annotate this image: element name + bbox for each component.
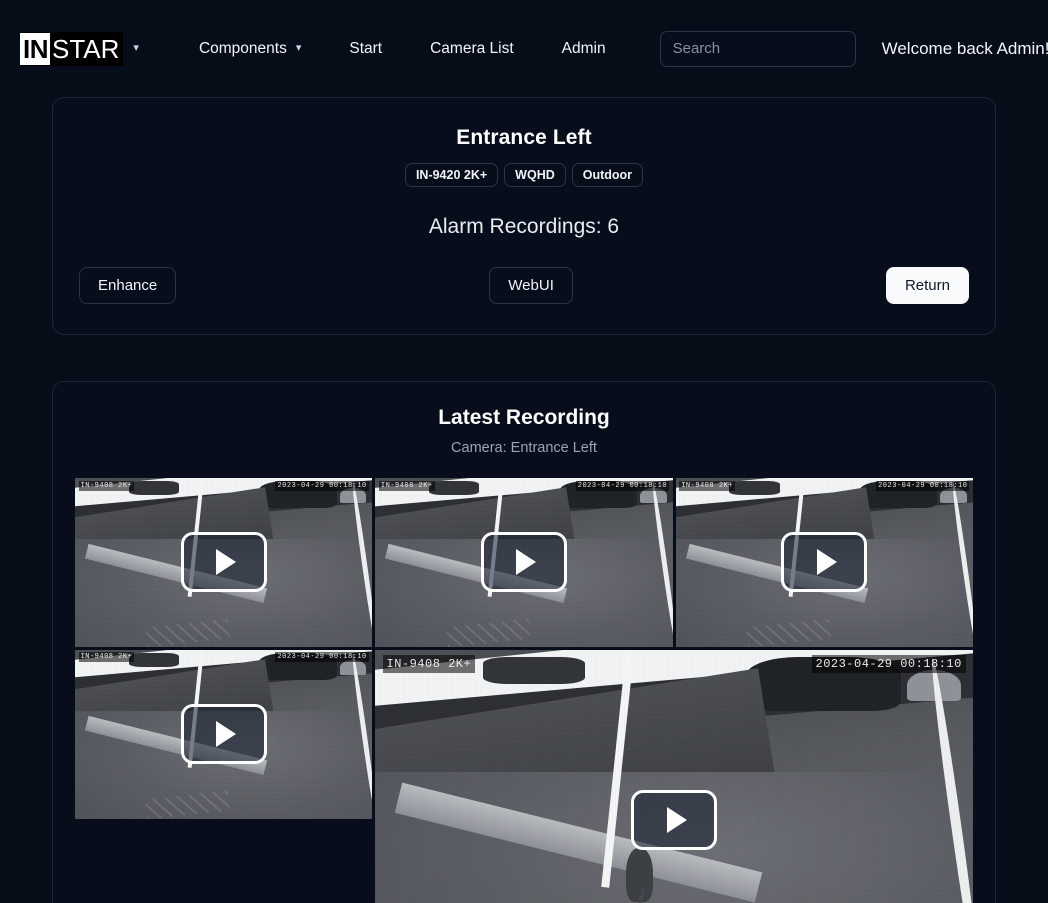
play-button[interactable] — [180, 704, 267, 765]
top-navigation-bar: IN STAR ▾ Components ▾ Start Camera List … — [0, 0, 1048, 97]
recording-thumbnail[interactable]: IN-9408 2K+ 2023-04-29 00:18:10 — [75, 649, 373, 819]
chevron-down-icon: ▾ — [295, 42, 302, 54]
recording-thumbnail[interactable]: IN-9408 2K+ 2023-04-29 00:18:10 — [375, 478, 673, 647]
badge-model: IN-9420 2K+ — [404, 163, 499, 187]
return-button[interactable]: Return — [885, 267, 969, 304]
nav-item-components[interactable]: Components ▾ — [175, 32, 325, 66]
nav-item-components-label: Components — [198, 39, 287, 57]
alarm-recordings-count: Alarm Recordings: 6 — [428, 215, 620, 238]
camera-action-buttons: Enhance WebUI Return — [79, 267, 969, 304]
play-icon — [816, 549, 837, 576]
nav-item-start-label: Start — [349, 39, 383, 57]
timestamp-overlay: 2023-04-29 00:18:10 — [275, 480, 369, 491]
timestamp-overlay: 2023-04-29 00:18:10 — [876, 480, 970, 491]
camera-name-title: Entrance Left — [456, 126, 592, 149]
play-button[interactable] — [480, 532, 567, 593]
camera-summary-card: Entrance Left IN-9420 2K+ WQHD Outdoor A… — [52, 97, 996, 335]
play-button[interactable] — [631, 790, 718, 851]
search-input[interactable] — [659, 30, 856, 67]
camera-model-overlay: IN-9408 2K+ — [382, 654, 476, 673]
latest-recording-title: Latest Recording — [438, 406, 610, 429]
timestamp-overlay: 2023-04-29 00:18:10 — [575, 480, 670, 491]
enhance-button[interactable]: Enhance — [79, 267, 177, 304]
camera-model-overlay: IN-9408 2K+ — [679, 480, 735, 491]
welcome-message: Welcome back Admin! — [881, 38, 1048, 58]
timestamp-overlay: 2023-04-29 00:18:10 — [275, 652, 369, 663]
camera-model-overlay: IN-9408 2K+ — [378, 480, 435, 491]
cctv-night-view — [375, 649, 973, 903]
logo-in-text: IN — [20, 32, 50, 65]
timestamp-overlay: 2023-04-29 00:18:10 — [811, 654, 966, 673]
nav-item-camera-list[interactable]: Camera List — [406, 32, 538, 66]
nav-item-start[interactable]: Start — [325, 32, 406, 66]
play-icon — [666, 807, 687, 834]
brand-logo[interactable]: IN STAR ▾ — [20, 31, 139, 66]
logo-star-text: STAR — [52, 33, 120, 64]
latest-recording-subtitle: Camera: Entrance Left — [451, 440, 597, 456]
instar-logo: IN STAR — [20, 31, 124, 66]
play-button[interactable] — [781, 532, 868, 593]
nav-item-admin-label: Admin — [561, 39, 606, 57]
page-content: Entrance Left IN-9420 2K+ WQHD Outdoor A… — [0, 97, 1048, 903]
primary-nav: Components ▾ Start Camera List Admin — [175, 32, 630, 66]
nav-item-camera-list-label: Camera List — [430, 39, 514, 57]
webui-button[interactable]: WebUI — [489, 267, 573, 304]
camera-model-overlay: IN-9408 2K+ — [78, 652, 135, 663]
badge-resolution: WQHD — [504, 163, 566, 187]
recordings-grid: IN-9408 2K+ 2023-04-29 00:18:10 IN-9408 2K… — [75, 478, 973, 903]
recording-thumbnail[interactable]: IN-9408 2K+ 2023-04-29 00:18:10 — [75, 478, 373, 647]
play-icon — [516, 549, 537, 576]
chevron-down-icon[interactable]: ▾ — [133, 43, 139, 54]
recording-thumbnail[interactable]: IN-9408 2K+ 2023-04-29 00:18:10 — [375, 649, 973, 903]
play-icon — [216, 721, 237, 748]
camera-badge-list: IN-9420 2K+ WQHD Outdoor — [79, 163, 969, 187]
nav-item-admin[interactable]: Admin — [538, 32, 630, 66]
search-container — [659, 30, 856, 67]
camera-model-overlay: IN-9408 2K+ — [78, 480, 135, 491]
play-icon — [216, 549, 237, 576]
recording-thumbnail[interactable]: IN-9408 2K+ 2023-04-29 00:18:10 — [675, 478, 973, 647]
play-button[interactable] — [180, 532, 267, 593]
latest-recording-card: Latest Recording Camera: Entrance Left I… — [52, 381, 996, 903]
badge-location: Outdoor — [571, 163, 644, 187]
